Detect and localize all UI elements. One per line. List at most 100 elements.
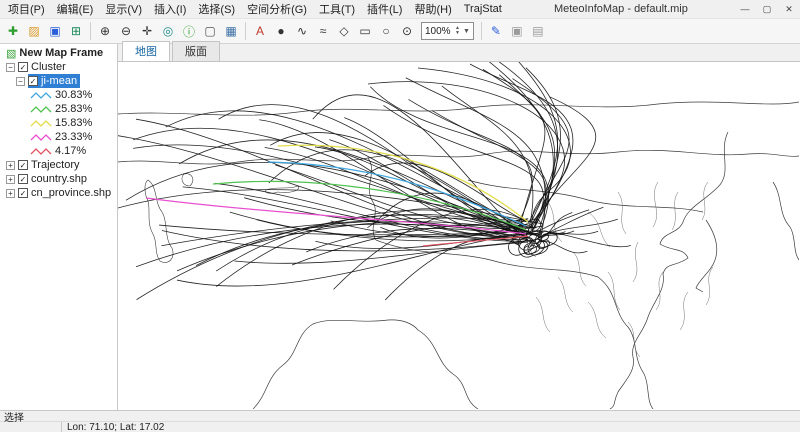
collapse-icon[interactable]: − [16, 77, 25, 86]
polyline-icon[interactable]: ∿ [292, 21, 312, 41]
window-controls: — ▢ ✕ [734, 1, 800, 17]
menu-item-selection[interactable]: 选择(S) [192, 0, 241, 19]
minimize-icon[interactable]: — [734, 1, 756, 17]
legend-class-row[interactable]: 15.83% [0, 116, 117, 130]
clear-edits-icon[interactable]: ▤ [528, 21, 548, 41]
menu-item-project[interactable]: 项目(P) [2, 0, 51, 19]
edit-vertices-icon[interactable]: ✎ [486, 21, 506, 41]
line-symbol-icon [30, 146, 52, 156]
zoom-spinner[interactable]: ▲▼ [455, 26, 460, 36]
layer-checkbox[interactable]: ✓ [18, 188, 28, 198]
toolbar-separator [481, 22, 482, 40]
layer-label: cn_province.shp [31, 187, 111, 199]
layer-checkbox[interactable]: ✓ [18, 62, 28, 72]
tab-map[interactable]: 地图 [122, 41, 170, 61]
selected-layer-highlight[interactable]: ✓ ji-mean [28, 74, 80, 88]
open-project-icon[interactable]: ▨ [24, 21, 44, 41]
view-tabbar: 地图 版面 [118, 44, 800, 62]
layer-checkbox[interactable]: ✓ [18, 160, 28, 170]
full-extent-icon[interactable]: ◎ [158, 21, 178, 41]
identify-icon[interactable]: ⓘ [179, 21, 199, 41]
status-coordinates: Lon: 71.10; Lat: 17.02 [62, 422, 164, 432]
expand-icon[interactable]: + [6, 189, 15, 198]
document-area: 地图 版面 [118, 44, 800, 410]
line-symbol-icon [30, 104, 52, 114]
layer-row-cn-province[interactable]: + ✓ cn_province.shp [0, 186, 117, 200]
menu-item-view[interactable]: 显示(V) [99, 0, 148, 19]
point-icon[interactable]: ● [271, 21, 291, 41]
toolbar: ✚ ▨ ▣ ⊞ ⊕ ⊖ ✛ ◎ ⓘ ▢ ▦ A ● ∿ ≈ ◇ ▭ ○ ⊙ 10… [0, 18, 800, 44]
cluster-mean-lines [146, 145, 528, 246]
map-frame-icon: ▧ [6, 47, 16, 60]
polygon-icon[interactable]: ◇ [334, 21, 354, 41]
menu-item-trajstat[interactable]: TrajStat [458, 1, 508, 17]
application-window: 项目(P) 编辑(E) 显示(V) 插入(I) 选择(S) 空间分析(G) 工具… [0, 0, 800, 432]
menu-item-spatial-analysis[interactable]: 空间分析(G) [241, 0, 313, 19]
layer-checkbox[interactable]: ✓ [18, 174, 28, 184]
line-symbol-icon [30, 90, 52, 100]
select-feature-icon[interactable]: ▢ [200, 21, 220, 41]
save-edits-icon[interactable]: ▣ [507, 21, 527, 41]
zoom-level-value: 100% [425, 26, 455, 37]
save-project-icon[interactable]: ▣ [45, 21, 65, 41]
status-coords-row: Lon: 71.10; Lat: 17.02 [0, 422, 800, 432]
layer-checkbox[interactable]: ✓ [28, 76, 38, 86]
menu-item-tools[interactable]: 工具(T) [313, 0, 361, 19]
legend-class-row[interactable]: 25.83% [0, 102, 117, 116]
status-mode-row: 选择 [0, 411, 800, 422]
legend-class-row[interactable]: 23.33% [0, 130, 117, 144]
zoom-level-dropdown[interactable]: 100% ▲▼ ▼ [421, 22, 474, 40]
trajectory-layer [118, 62, 631, 300]
map-canvas[interactable] [118, 62, 800, 410]
menu-item-plugins[interactable]: 插件(L) [361, 0, 408, 19]
zoom-out-icon[interactable]: ⊖ [116, 21, 136, 41]
add-layer-icon[interactable]: ⊞ [66, 21, 86, 41]
legend-class-label: 30.83% [55, 89, 92, 101]
line-symbol-icon [30, 118, 52, 128]
toolbar-separator [90, 22, 91, 40]
layer-label: Cluster [31, 61, 66, 73]
legend-class-label: 25.83% [55, 103, 92, 115]
layer-row-ji-mean[interactable]: − ✓ ji-mean [0, 74, 117, 88]
lakes-outline [145, 174, 299, 263]
map-frame-row[interactable]: ▧ New Map Frame [0, 46, 117, 60]
close-icon[interactable]: ✕ [778, 1, 800, 17]
legend-class-label: 23.33% [55, 131, 92, 143]
new-map-frame-icon[interactable]: ✚ [3, 21, 23, 41]
menu-item-insert[interactable]: 插入(I) [148, 0, 192, 19]
main-area: ▧ New Map Frame − ✓ Cluster − ✓ ji-mean … [0, 44, 800, 410]
legend-class-label: 4.17% [55, 145, 86, 157]
expand-icon[interactable]: + [6, 161, 15, 170]
collapse-icon[interactable]: − [6, 63, 15, 72]
window-title: MeteoInfoMap - default.mip [508, 3, 734, 15]
legend-class-label: 15.83% [55, 117, 92, 129]
maximize-icon[interactable]: ▢ [756, 1, 778, 17]
layer-label: ji-mean [41, 75, 77, 87]
toolbar-separator [245, 22, 246, 40]
layer-label: Trajectory [31, 159, 80, 171]
ellipse-icon[interactable]: ⊙ [397, 21, 417, 41]
layer-row-country[interactable]: + ✓ country.shp [0, 172, 117, 186]
titlebar: 项目(P) 编辑(E) 显示(V) 插入(I) 选择(S) 空间分析(G) 工具… [0, 0, 800, 18]
menu-item-edit[interactable]: 编辑(E) [51, 0, 100, 19]
attribute-table-icon[interactable]: ▦ [221, 21, 241, 41]
layer-row-trajectory[interactable]: + ✓ Trajectory [0, 158, 117, 172]
circle-icon[interactable]: ○ [376, 21, 396, 41]
pan-icon[interactable]: ✛ [137, 21, 157, 41]
map-frame-label: New Map Frame [19, 47, 103, 59]
chevron-down-icon[interactable]: ▼ [463, 28, 470, 35]
status-bar: 选择 Lon: 71.10; Lat: 17.02 [0, 410, 800, 432]
curve-icon[interactable]: ≈ [313, 21, 333, 41]
legend-panel: ▧ New Map Frame − ✓ Cluster − ✓ ji-mean … [0, 44, 118, 410]
label-icon[interactable]: A [250, 21, 270, 41]
status-spacer-cell [0, 422, 62, 432]
legend-class-row[interactable]: 30.83% [0, 88, 117, 102]
layer-label: country.shp [31, 173, 87, 185]
legend-class-row[interactable]: 4.17% [0, 144, 117, 158]
expand-icon[interactable]: + [6, 175, 15, 184]
rectangle-icon[interactable]: ▭ [355, 21, 375, 41]
zoom-in-icon[interactable]: ⊕ [95, 21, 115, 41]
layer-row-cluster[interactable]: − ✓ Cluster [0, 60, 117, 74]
menu-item-help[interactable]: 帮助(H) [408, 0, 457, 19]
tab-layout[interactable]: 版面 [172, 41, 220, 61]
